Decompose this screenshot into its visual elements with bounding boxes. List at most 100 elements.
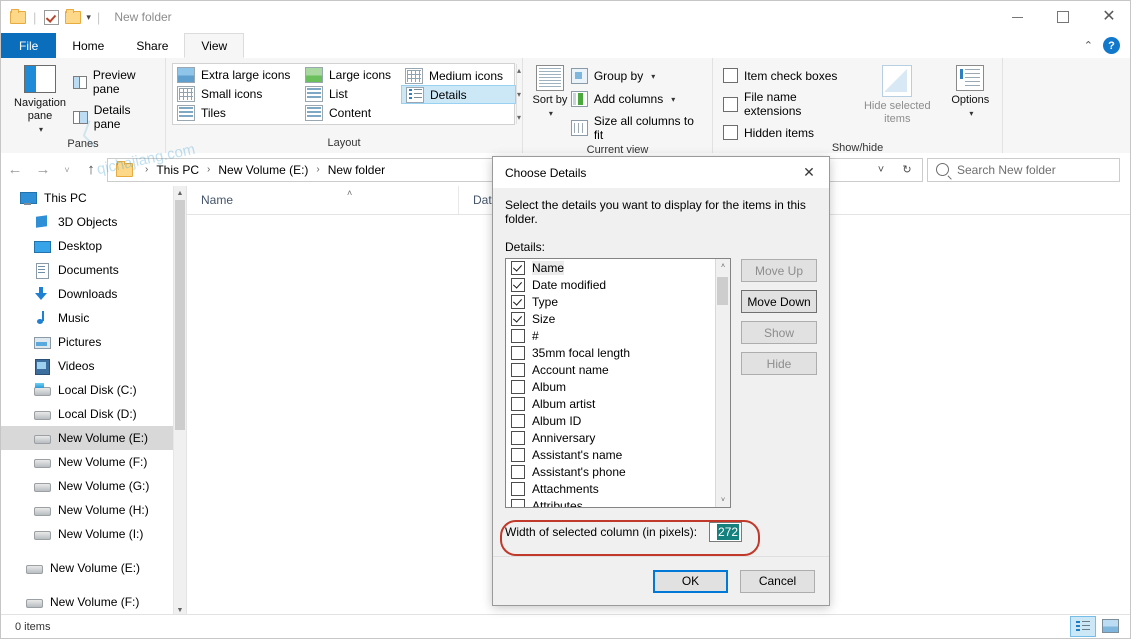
nav-item-new-volume-h[interactable]: New Volume (H:) bbox=[1, 498, 186, 522]
checkbox-icon[interactable] bbox=[723, 97, 738, 112]
refresh-icon[interactable]: ↻ bbox=[894, 159, 920, 181]
preview-pane-button[interactable]: Preview pane bbox=[73, 68, 159, 96]
collapse-ribbon-icon[interactable]: ⌃ bbox=[1084, 39, 1093, 52]
chevron-down-icon[interactable]: ▾ bbox=[86, 12, 91, 23]
nav-item-new-volume-e-root[interactable]: New Volume (E:) bbox=[1, 556, 186, 580]
close-button[interactable]: ✕ bbox=[1086, 1, 1131, 33]
recent-locations-button[interactable]: ˅ bbox=[57, 156, 77, 184]
up-button[interactable]: ↑ bbox=[77, 156, 105, 184]
tab-share[interactable]: Share bbox=[120, 33, 184, 58]
list-item[interactable]: Type bbox=[506, 293, 716, 310]
search-input[interactable]: Search New folder bbox=[957, 163, 1056, 177]
checkbox-icon[interactable] bbox=[511, 431, 525, 445]
checkbox-icon[interactable] bbox=[511, 499, 525, 509]
scroll-down-icon[interactable]: ▾ bbox=[517, 90, 521, 99]
list-item[interactable]: Size bbox=[506, 310, 716, 327]
hide-button[interactable]: Hide bbox=[741, 352, 817, 375]
list-item[interactable]: Assistant's name bbox=[506, 446, 716, 463]
layout-small-icons[interactable]: Small icons bbox=[173, 85, 301, 104]
move-up-button[interactable]: Move Up bbox=[741, 259, 817, 282]
nav-item-local-disk-c[interactable]: Local Disk (C:) bbox=[1, 378, 186, 402]
navigation-pane-button[interactable]: Navigation pane ▾ bbox=[7, 62, 73, 136]
sort-by-button[interactable]: Sort by ▾ bbox=[529, 62, 571, 120]
checkbox-icon[interactable] bbox=[511, 448, 525, 462]
nav-item-3d-objects[interactable]: 3D Objects bbox=[1, 210, 186, 234]
list-item[interactable]: Album artist bbox=[506, 395, 716, 412]
scroll-up-icon[interactable]: ▲ bbox=[174, 186, 186, 200]
details-pane-button[interactable]: Details pane bbox=[73, 103, 159, 131]
search-box[interactable]: Search New folder bbox=[927, 158, 1120, 182]
navigation-pane-scrollbar[interactable]: ▲ ▼ bbox=[173, 186, 186, 617]
gallery-expand-icon[interactable]: ▾ bbox=[517, 113, 521, 122]
layout-large-icons[interactable]: Large icons bbox=[301, 66, 401, 85]
nav-item-downloads[interactable]: Downloads bbox=[1, 282, 186, 306]
nav-item-music[interactable]: Music bbox=[1, 306, 186, 330]
list-item[interactable]: Assistant's phone bbox=[506, 463, 716, 480]
breadcrumb-new-volume-e[interactable]: New Volume (E:) bbox=[216, 163, 310, 177]
options-button[interactable]: Options ▾ bbox=[945, 62, 996, 120]
nav-item-new-volume-f-root[interactable]: New Volume (F:) bbox=[1, 590, 186, 614]
checkbox-icon[interactable] bbox=[511, 312, 525, 326]
nav-item-new-volume-f[interactable]: New Volume (F:) bbox=[1, 450, 186, 474]
tab-file[interactable]: File bbox=[1, 33, 56, 58]
checkbox-icon[interactable] bbox=[511, 414, 525, 428]
checkbox-icon[interactable] bbox=[511, 261, 525, 275]
layout-extra-large-icons[interactable]: Extra large icons bbox=[173, 66, 301, 85]
checkbox-icon[interactable] bbox=[511, 363, 525, 377]
tab-view[interactable]: View bbox=[184, 33, 244, 58]
back-button[interactable]: ← bbox=[1, 156, 29, 184]
nav-item-this-pc[interactable]: This PC bbox=[1, 186, 186, 210]
checkbox-icon[interactable] bbox=[511, 329, 525, 343]
nav-item-pictures[interactable]: Pictures bbox=[1, 330, 186, 354]
folder-icon[interactable] bbox=[9, 8, 27, 26]
checkbox-icon[interactable] bbox=[511, 482, 525, 496]
checkbox-icon[interactable] bbox=[42, 8, 60, 26]
details-list-scrollbar[interactable]: ˄ ˅ bbox=[715, 259, 730, 507]
layout-list[interactable]: List bbox=[301, 85, 401, 104]
cancel-button[interactable]: Cancel bbox=[740, 570, 815, 593]
scroll-up-icon[interactable]: ▴ bbox=[517, 66, 521, 75]
show-button[interactable]: Show bbox=[741, 321, 817, 344]
breadcrumb-this-pc[interactable]: This PC bbox=[154, 163, 201, 177]
file-name-extensions-option[interactable]: File name extensions bbox=[723, 90, 838, 118]
list-item[interactable]: Attributes bbox=[506, 497, 716, 508]
details-view-button[interactable] bbox=[1070, 616, 1096, 637]
list-item[interactable]: Account name bbox=[506, 361, 716, 378]
scrollbar-thumb[interactable] bbox=[175, 200, 185, 430]
nav-item-documents[interactable]: Documents bbox=[1, 258, 186, 282]
help-icon[interactable]: ? bbox=[1103, 37, 1120, 54]
hidden-items-option[interactable]: Hidden items bbox=[723, 125, 838, 140]
list-item[interactable]: Album ID bbox=[506, 412, 716, 429]
move-down-button[interactable]: Move Down bbox=[741, 290, 817, 313]
list-item[interactable]: # bbox=[506, 327, 716, 344]
new-folder-icon[interactable] bbox=[64, 8, 82, 26]
nav-item-new-volume-g[interactable]: New Volume (G:) bbox=[1, 474, 186, 498]
list-item[interactable]: Attachments bbox=[506, 480, 716, 497]
details-listbox[interactable]: Name Date modified Type Size bbox=[505, 258, 731, 508]
column-header-name[interactable]: Name bbox=[187, 186, 459, 214]
large-icons-view-button[interactable] bbox=[1098, 616, 1122, 635]
layout-details[interactable]: Details bbox=[401, 85, 516, 104]
list-item[interactable]: Date modified bbox=[506, 276, 716, 293]
breadcrumb-new-folder[interactable]: New folder bbox=[326, 163, 387, 177]
checkbox-icon[interactable] bbox=[723, 68, 738, 83]
list-item[interactable]: Name bbox=[506, 259, 716, 276]
minimize-button[interactable] bbox=[994, 1, 1040, 33]
checkbox-icon[interactable] bbox=[511, 278, 525, 292]
ok-button[interactable]: OK bbox=[653, 570, 728, 593]
checkbox-icon[interactable] bbox=[511, 380, 525, 394]
list-item[interactable]: Anniversary bbox=[506, 429, 716, 446]
checkbox-icon[interactable] bbox=[511, 465, 525, 479]
layout-tiles[interactable]: Tiles bbox=[173, 103, 301, 122]
dialog-close-button[interactable]: ✕ bbox=[789, 157, 829, 188]
tab-home[interactable]: Home bbox=[56, 33, 120, 58]
checkbox-icon[interactable] bbox=[511, 346, 525, 360]
group-by-button[interactable]: Group by ▾ bbox=[571, 68, 706, 84]
checkbox-icon[interactable] bbox=[723, 125, 738, 140]
list-item[interactable]: Album bbox=[506, 378, 716, 395]
item-check-boxes-option[interactable]: Item check boxes bbox=[723, 68, 838, 83]
maximize-button[interactable] bbox=[1040, 1, 1086, 33]
checkbox-icon[interactable] bbox=[511, 397, 525, 411]
nav-item-local-disk-d[interactable]: Local Disk (D:) bbox=[1, 402, 186, 426]
nav-item-new-volume-i[interactable]: New Volume (I:) bbox=[1, 522, 186, 546]
